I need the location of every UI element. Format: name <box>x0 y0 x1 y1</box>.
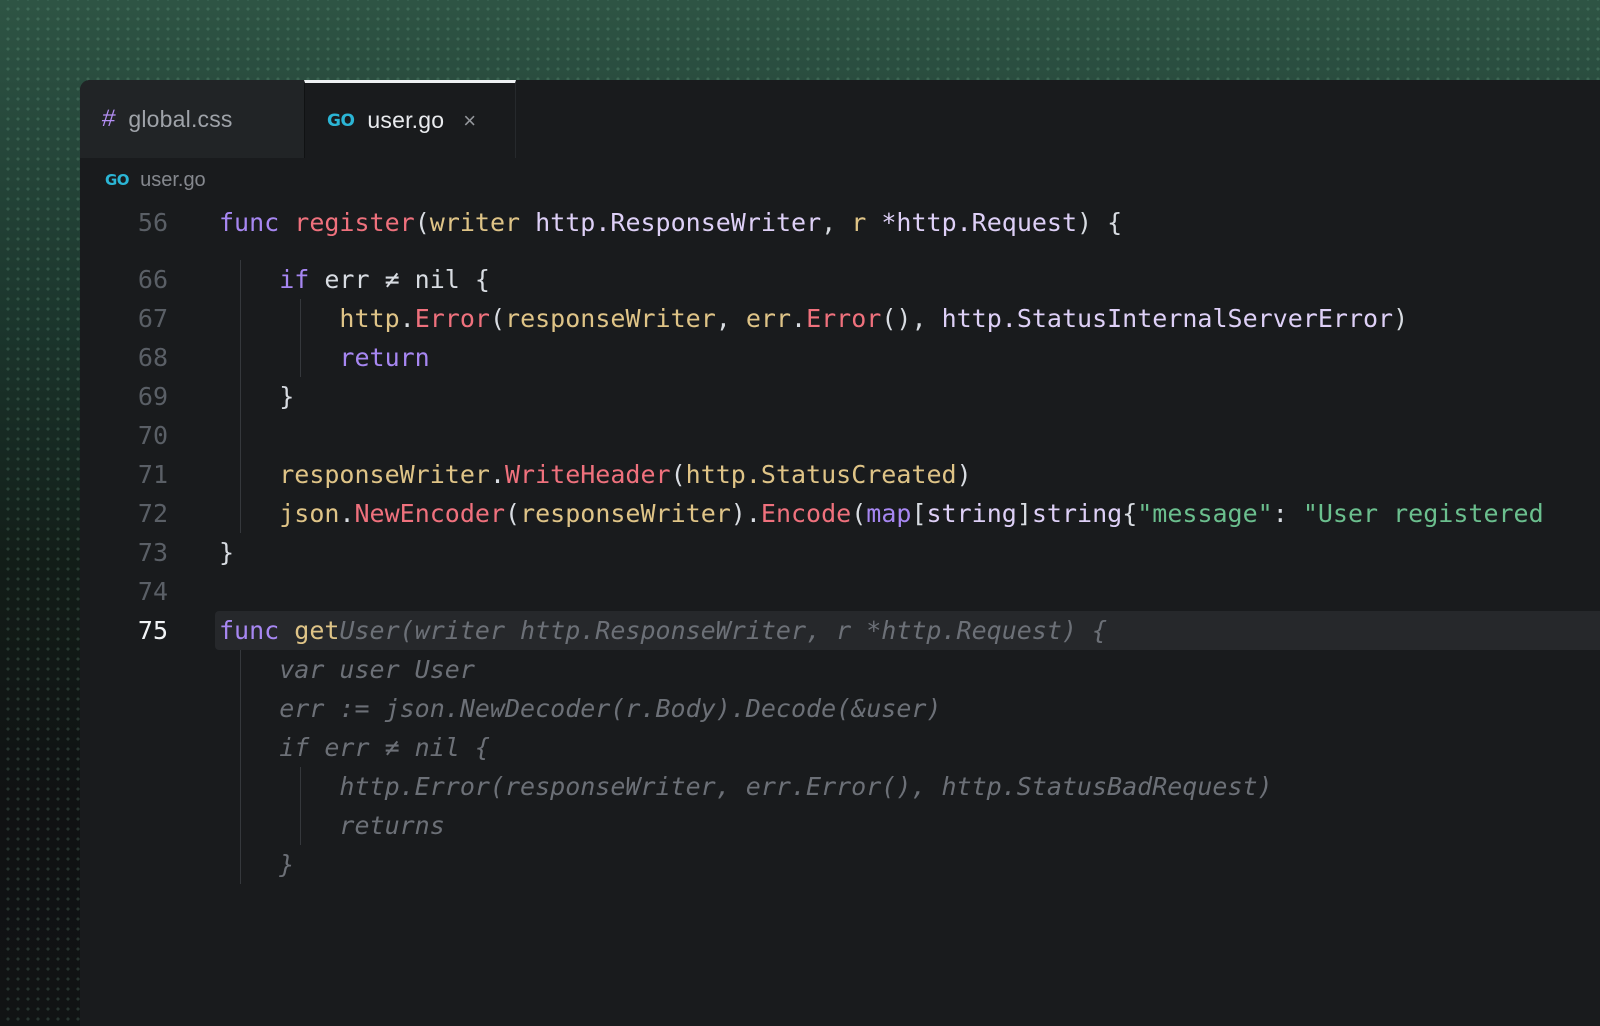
code-line[interactable]: var user User <box>80 650 1600 689</box>
code-line[interactable]: } <box>80 845 1600 884</box>
close-icon[interactable]: × <box>463 109 476 132</box>
code-text: if err ≠ nil { <box>279 265 490 294</box>
code-line[interactable]: err := json.NewDecoder(r.Body).Decode(&u… <box>80 689 1600 728</box>
code-text: err := json.NewDecoder(r.Body).Decode(&u… <box>279 694 942 723</box>
code-lines: 56 func register(writer http.ResponseWrit… <box>80 203 1600 884</box>
line-number: 74 <box>137 577 168 606</box>
go-file-icon: GO <box>327 110 355 131</box>
line-number: 68 <box>137 343 168 372</box>
code-line[interactable]: 72 json.NewEncoder(responseWriter).Encod… <box>80 494 1600 533</box>
indent-guide <box>240 416 241 455</box>
line-number: 71 <box>137 460 168 489</box>
line-number: 73 <box>137 538 168 567</box>
code-line[interactable]: if err ≠ nil { <box>80 728 1600 767</box>
tab-global-css[interactable]: # global.css <box>80 80 304 158</box>
code-text: } <box>219 538 235 567</box>
tab-label: global.css <box>128 105 233 132</box>
code-text: return <box>339 343 430 372</box>
go-file-icon: GO <box>105 171 130 189</box>
code-text: func getUser(writer http.ResponseWriter,… <box>219 616 1108 645</box>
css-file-icon: # <box>100 105 117 132</box>
code-text: var user User <box>279 655 475 684</box>
line-number: 75 <box>137 616 168 645</box>
line-number: 67 <box>137 304 168 333</box>
code-line[interactable]: returns <box>80 806 1600 845</box>
code-line[interactable]: 75 func getUser(writer http.ResponseWrite… <box>80 611 1600 650</box>
code-line[interactable]: http.Error(responseWriter, err.Error(), … <box>80 767 1600 806</box>
code-text: http.Error(responseWriter, err.Error(), … <box>339 304 1409 333</box>
tab-bar: # global.css GO user.go × <box>80 80 1600 158</box>
code-line[interactable]: 68 return <box>80 338 1600 377</box>
code-line[interactable]: 73} <box>80 533 1600 572</box>
code-text: } <box>279 850 295 879</box>
code-line[interactable]: 71 responseWriter.WriteHeader(http.Statu… <box>80 455 1600 494</box>
code-line[interactable]: 74 <box>80 572 1600 611</box>
code-text: } <box>279 382 295 411</box>
line-number: 72 <box>137 499 168 528</box>
code-line[interactable]: 69 } <box>80 377 1600 416</box>
code-text: responseWriter.WriteHeader(http.StatusCr… <box>279 460 972 489</box>
code-text: if err ≠ nil { <box>279 733 490 762</box>
line-number: 69 <box>137 382 168 411</box>
line-number: 70 <box>137 421 168 450</box>
code-line[interactable]: 56 func register(writer http.ResponseWrit… <box>80 203 1600 242</box>
code-text: json.NewEncoder(responseWriter).Encode(m… <box>279 499 1544 528</box>
code-text: func register(writer http.ResponseWriter… <box>219 208 1123 237</box>
line-number: 66 <box>137 265 168 294</box>
code-line[interactable]: 67 http.Error(responseWriter, err.Error(… <box>80 299 1600 338</box>
code-editor[interactable]: 56 func register(writer http.ResponseWrit… <box>80 203 1600 884</box>
code-text: returns <box>339 811 445 840</box>
code-line[interactable]: 66 if err ≠ nil { <box>80 260 1600 299</box>
line-number: 56 <box>137 208 168 237</box>
code-line[interactable]: 70 <box>80 416 1600 455</box>
tab-user-go[interactable]: GO user.go × <box>304 80 516 158</box>
breadcrumb-label: user.go <box>140 168 206 191</box>
editor-window: # global.css GO user.go × GO user.go 56 f… <box>80 80 1600 1026</box>
code-text: http.Error(responseWriter, err.Error(), … <box>339 772 1273 801</box>
breadcrumb[interactable]: GO user.go <box>80 158 1600 202</box>
tab-label: user.go <box>367 107 445 133</box>
